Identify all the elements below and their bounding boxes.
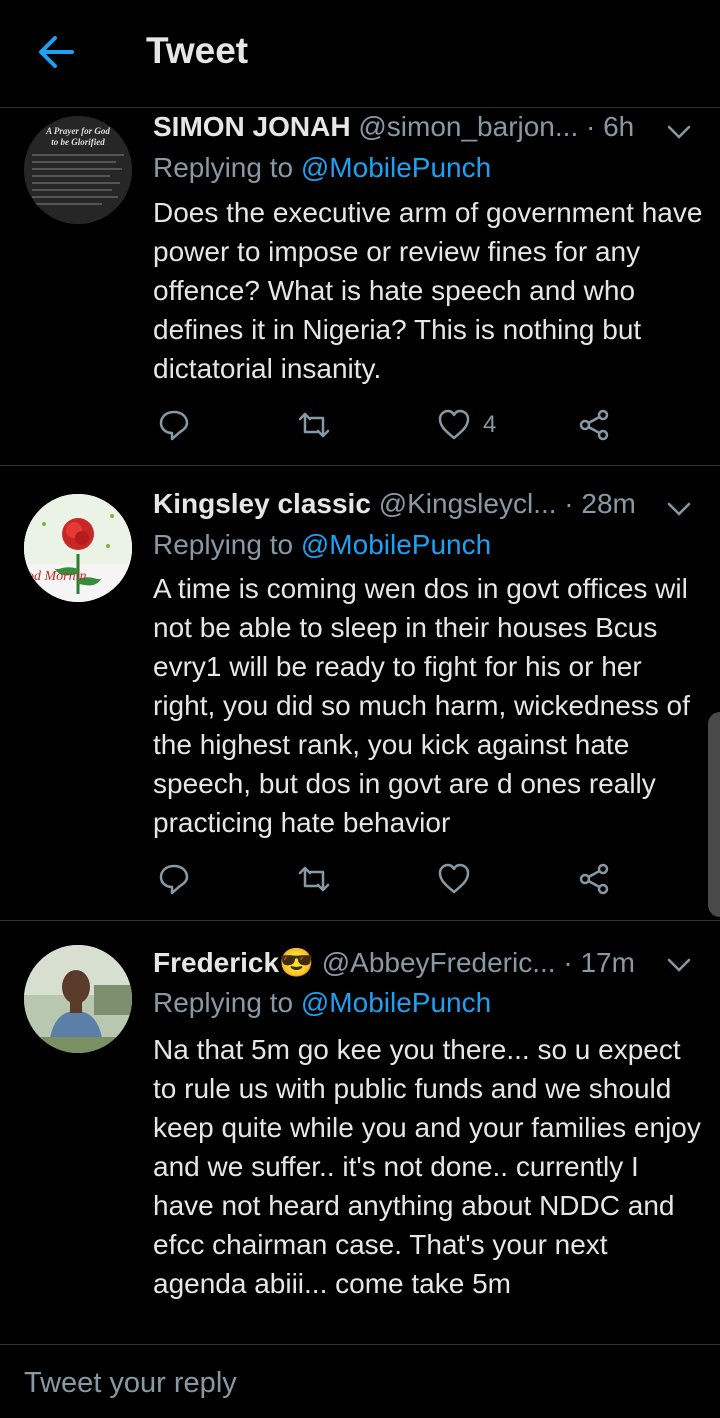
- tweet[interactable]: A Prayer for God to be Glorified SIMON J…: [0, 108, 720, 466]
- share-button[interactable]: [577, 862, 611, 896]
- tweet-actions: [153, 862, 633, 902]
- tweet-text: Does the executive arm of government hav…: [153, 197, 703, 384]
- back-arrow-icon[interactable]: [36, 32, 76, 72]
- display-name[interactable]: Frederick😎: [153, 947, 314, 978]
- replying-to: Replying to @MobilePunch: [153, 529, 491, 561]
- scrollbar[interactable]: [708, 712, 720, 917]
- like-button[interactable]: [437, 862, 471, 896]
- replying-prefix: Replying to: [153, 987, 301, 1018]
- svg-text:A Prayer for God: A Prayer for God: [45, 126, 110, 136]
- top-bar: Tweet: [0, 0, 720, 108]
- retweet-icon: [298, 866, 330, 892]
- retweet-icon: [298, 412, 330, 438]
- avatar[interactable]: [24, 945, 132, 1053]
- reply-composer: [0, 1344, 720, 1418]
- replying-to: Replying to @MobilePunch: [153, 152, 491, 184]
- avatar[interactable]: ood Mornin: [24, 494, 132, 602]
- reply-icon: [159, 864, 189, 895]
- tweet-text: A time is coming wen dos in govt offices…: [153, 573, 690, 838]
- tweet-actions: 4: [153, 408, 633, 448]
- replying-prefix: Replying to: [153, 529, 301, 560]
- avatar[interactable]: A Prayer for God to be Glorified: [24, 116, 132, 224]
- tweet-text: Na that 5m go kee you there... so u expe…: [153, 1034, 701, 1299]
- display-name[interactable]: Kingsley classic: [153, 488, 371, 519]
- user-handle[interactable]: @Kingsleycl...: [379, 488, 557, 519]
- timestamp: · 28m: [564, 488, 636, 519]
- like-button[interactable]: 4: [437, 408, 496, 442]
- share-button[interactable]: [577, 408, 611, 442]
- timestamp: · 6h: [586, 111, 635, 142]
- replying-prefix: Replying to: [153, 152, 301, 183]
- like-icon: [438, 409, 470, 440]
- share-icon: [579, 863, 609, 895]
- like-icon: [438, 863, 470, 894]
- tweet[interactable]: Frederick😎 @AbbeyFrederic... · 17m Reply…: [0, 921, 720, 1343]
- svg-text:to be Glorified: to be Glorified: [51, 137, 105, 147]
- replying-to: Replying to @MobilePunch: [153, 987, 491, 1019]
- timestamp: · 17m: [563, 947, 635, 978]
- chevron-down-icon[interactable]: [666, 499, 692, 519]
- retweet-button[interactable]: [297, 408, 331, 442]
- reply-button[interactable]: [157, 862, 191, 896]
- tweet-header: SIMON JONAH @simon_barjon... · 6h: [153, 111, 634, 143]
- reply-input[interactable]: [24, 1367, 624, 1400]
- user-handle[interactable]: @simon_barjon...: [358, 111, 578, 142]
- tweet[interactable]: ood Mornin Kingsley classic @Kingsleycl.…: [0, 466, 720, 921]
- reply-icon: [159, 410, 189, 441]
- share-icon: [579, 409, 609, 441]
- avatar-caption: ood Mornin: [24, 569, 87, 584]
- page-title: Tweet: [146, 30, 249, 71]
- tweet-header: Kingsley classic @Kingsleycl... · 28m: [153, 488, 636, 520]
- tweet-header: Frederick😎 @AbbeyFrederic... · 17m: [153, 946, 635, 979]
- chevron-down-icon[interactable]: [666, 955, 692, 975]
- mention-link[interactable]: @MobilePunch: [301, 152, 491, 183]
- chevron-down-icon[interactable]: [666, 122, 692, 142]
- reply-button[interactable]: [157, 408, 191, 442]
- retweet-button[interactable]: [297, 862, 331, 896]
- mention-link[interactable]: @MobilePunch: [301, 529, 491, 560]
- mention-link[interactable]: @MobilePunch: [301, 987, 491, 1018]
- user-handle[interactable]: @AbbeyFrederic...: [322, 947, 556, 978]
- display-name[interactable]: SIMON JONAH: [153, 111, 351, 142]
- like-count: 4: [483, 411, 497, 438]
